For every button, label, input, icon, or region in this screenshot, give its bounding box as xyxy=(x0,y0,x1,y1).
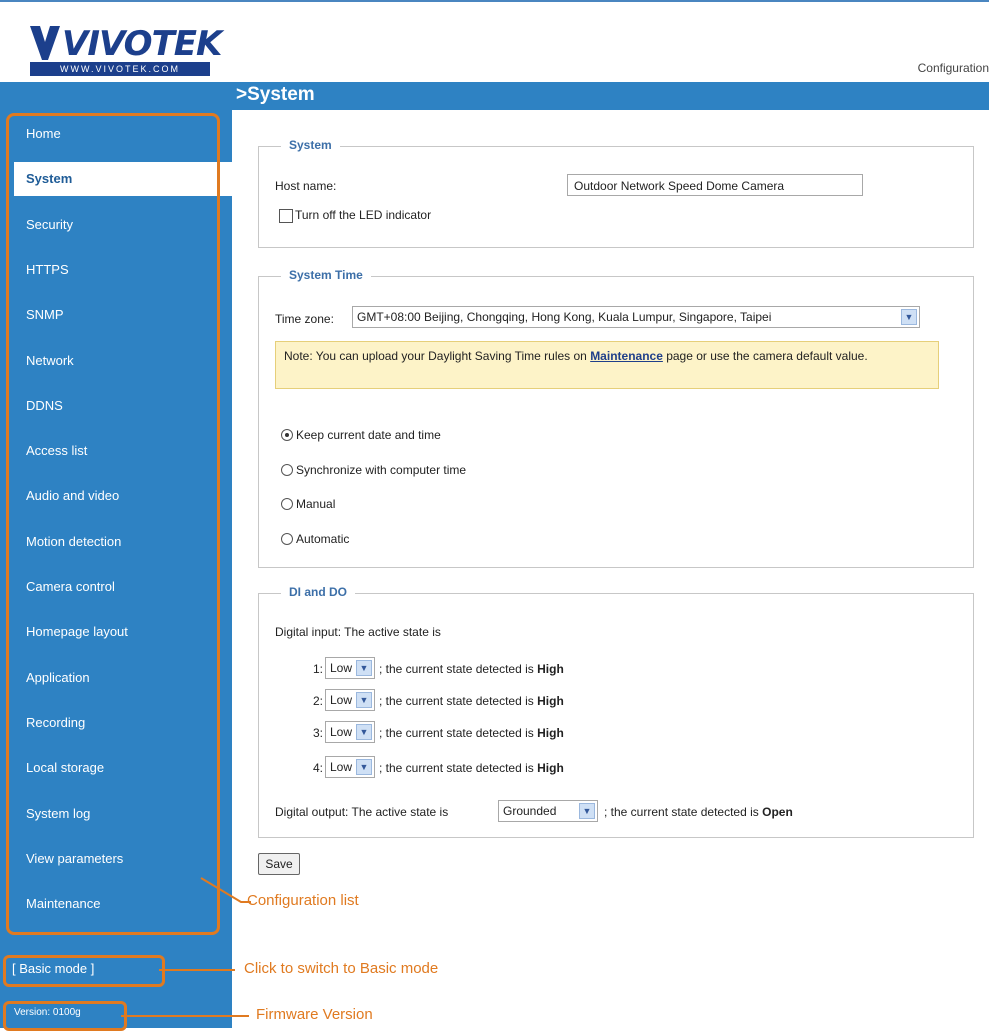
time-option-radio[interactable] xyxy=(281,464,293,476)
digital-output-state-label: ; the current state detected is xyxy=(604,805,759,819)
chevron-down-icon: ▼ xyxy=(356,692,372,708)
led-checkbox-label: Turn off the LED indicator xyxy=(295,208,432,222)
digital-input-index: 2: xyxy=(313,694,324,708)
page-title: >System xyxy=(236,84,315,105)
led-checkbox[interactable] xyxy=(279,209,293,223)
digital-input-select[interactable]: Low ▼ xyxy=(325,756,375,778)
digital-input-state-label: ; the current state detected is xyxy=(379,662,534,676)
digital-input-index: 4: xyxy=(313,761,324,775)
digital-output-state-text: ; the current state detected is Open xyxy=(604,805,793,819)
header: VIVOTEK WWW.VIVOTEK.COM Configuration xyxy=(0,0,989,84)
time-zone-value: GMT+08:00 Beijing, Chongqing, Hong Kong,… xyxy=(357,310,772,324)
digital-output-state: Open xyxy=(762,805,793,819)
digital-input-select[interactable]: Low ▼ xyxy=(325,721,375,743)
digital-input-state-label: ; the current state detected is xyxy=(379,726,534,740)
digital-input-value: Low xyxy=(330,760,353,774)
digital-input-state-text: ; the current state detected is High xyxy=(379,694,564,708)
chevron-down-icon: ▼ xyxy=(356,759,372,775)
dst-note: Note: You can upload your Daylight Savin… xyxy=(275,341,939,389)
time-zone-label: Time zone: xyxy=(275,312,334,326)
maintenance-link[interactable]: Maintenance xyxy=(590,349,663,363)
digital-input-state-text: ; the current state detected is High xyxy=(379,761,564,775)
system-time-section: System Time Time zone: GMT+08:00 Beijing… xyxy=(258,268,974,568)
digital-input-state: High xyxy=(537,662,564,676)
digital-input-state: High xyxy=(537,761,564,775)
time-option-radio[interactable] xyxy=(281,498,293,510)
save-button[interactable]: Save xyxy=(258,853,300,875)
callout-basic-mode: Click to switch to Basic mode xyxy=(244,960,439,977)
time-option-label: Keep current date and time xyxy=(296,428,441,442)
digital-input-state-text: ; the current state detected is High xyxy=(379,662,564,676)
page-title-bar: >System xyxy=(232,82,989,110)
callout-configuration-list: Configuration list xyxy=(247,892,359,909)
basic-mode-pointer xyxy=(159,969,235,971)
system-section: System Host name: Outdoor Network Speed … xyxy=(258,138,974,248)
vivotek-logo[interactable]: VIVOTEK WWW.VIVOTEK.COM xyxy=(28,22,222,78)
dst-note-text-end: page or use the camera default value. xyxy=(662,349,868,363)
digital-input-select[interactable]: Low ▼ xyxy=(325,657,375,679)
firmware-version-highlight xyxy=(3,1001,127,1031)
logo-url: WWW.VIVOTEK.COM xyxy=(30,62,210,76)
digital-input-value: Low xyxy=(330,661,353,675)
configuration-list-highlight xyxy=(6,113,220,935)
digital-input-state: High xyxy=(537,726,564,740)
digital-input-state-label: ; the current state detected is xyxy=(379,694,534,708)
time-option-radio[interactable] xyxy=(281,429,293,441)
chevron-down-icon: ▼ xyxy=(356,724,372,740)
di-do-section: DI and DO Digital input: The active stat… xyxy=(258,585,974,838)
digital-input-index: 1: xyxy=(313,662,324,676)
dst-note-text: Note: You can upload your Daylight Savin… xyxy=(284,349,591,363)
logo-text: VIVOTEK xyxy=(62,24,222,64)
digital-input-state-text: ; the current state detected is High xyxy=(379,726,564,740)
host-name-input[interactable]: Outdoor Network Speed Dome Camera xyxy=(567,174,863,196)
time-option-label: Synchronize with computer time xyxy=(296,463,467,477)
digital-input-state: High xyxy=(537,694,564,708)
digital-input-value: Low xyxy=(330,725,353,739)
chevron-down-icon: ▼ xyxy=(901,309,917,325)
time-option-label: Manual xyxy=(296,497,336,511)
configuration-link[interactable]: Configuration xyxy=(918,61,989,75)
time-option-label: Automatic xyxy=(296,532,350,546)
firmware-pointer xyxy=(121,1015,249,1017)
chevron-down-icon: ▼ xyxy=(356,660,372,676)
config-list-pointer xyxy=(200,877,251,903)
digital-input-select[interactable]: Low ▼ xyxy=(325,689,375,711)
system-time-section-title: System Time xyxy=(281,268,371,282)
digital-output-value: Grounded xyxy=(503,804,557,818)
chevron-down-icon: ▼ xyxy=(579,803,595,819)
digital-input-value: Low xyxy=(330,693,353,707)
digital-input-label: Digital input: The active state is xyxy=(275,625,441,639)
digital-output-label: Digital output: The active state is xyxy=(275,805,449,819)
time-option-radio[interactable] xyxy=(281,533,293,545)
time-zone-select[interactable]: GMT+08:00 Beijing, Chongqing, Hong Kong,… xyxy=(352,306,920,328)
logo-mark-icon xyxy=(30,26,60,60)
system-section-title: System xyxy=(281,138,340,152)
di-do-section-title: DI and DO xyxy=(281,585,356,599)
digital-output-select[interactable]: Grounded ▼ xyxy=(498,800,598,822)
host-name-label: Host name: xyxy=(275,179,337,193)
digital-input-index: 3: xyxy=(313,726,324,740)
digital-input-state-label: ; the current state detected is xyxy=(379,761,534,775)
callout-firmware-version: Firmware Version xyxy=(256,1006,373,1023)
basic-mode-highlight xyxy=(3,955,165,987)
